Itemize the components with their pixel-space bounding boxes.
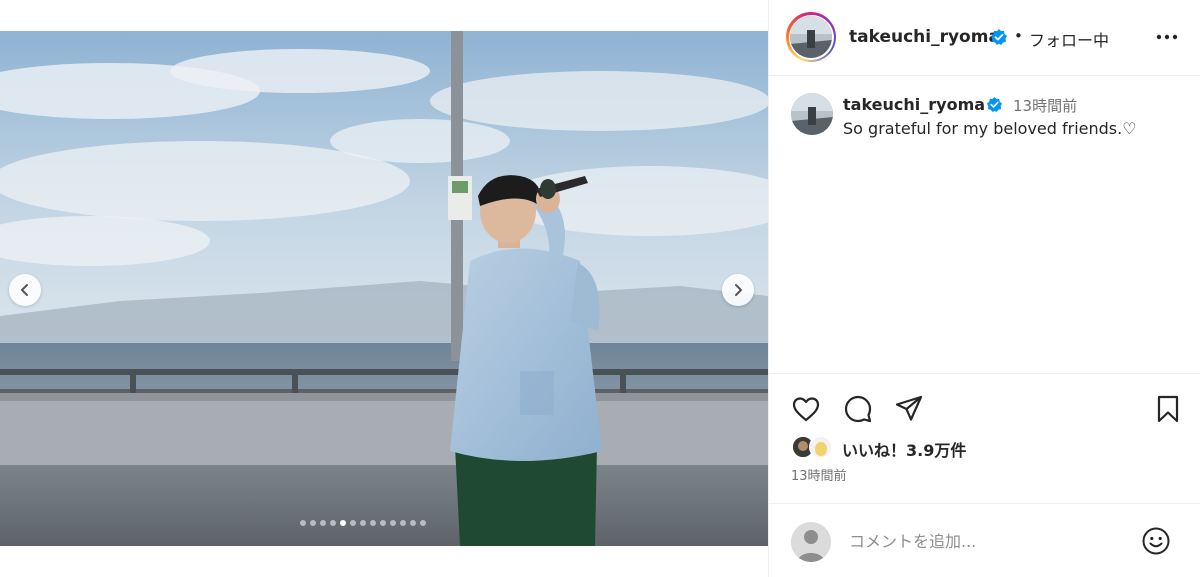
bookmark-icon	[1157, 395, 1179, 423]
media-column	[0, 0, 768, 577]
author-avatar	[790, 16, 832, 58]
author-avatar-ring[interactable]	[786, 12, 836, 62]
liked-by-avatars[interactable]	[791, 435, 839, 461]
carousel-dot	[390, 520, 396, 526]
carousel-next-button[interactable]	[722, 274, 754, 306]
liker-avatar	[809, 435, 833, 459]
comment-bar	[769, 503, 1200, 577]
save-button[interactable]	[1153, 394, 1183, 424]
post-photo-image	[0, 31, 768, 546]
author-username[interactable]: takeuchi_ryoma	[849, 27, 1000, 47]
send-icon	[895, 395, 923, 421]
comment-button[interactable]	[843, 394, 873, 424]
carousel-dot	[310, 520, 316, 526]
action-bar: いいね！3.9万件 13時間前	[769, 373, 1200, 503]
post-sidebar: takeuchi_ryoma • フォロー中 takeuchi_ryoma 13…	[768, 0, 1200, 577]
carousel-dot	[320, 520, 326, 526]
carousel-dot	[360, 520, 366, 526]
carousel-dot	[340, 520, 346, 526]
caption-verified-badge-icon	[986, 96, 1003, 117]
likes-count[interactable]: いいね！3.9万件	[842, 437, 966, 461]
following-button[interactable]: フォロー中	[1029, 27, 1109, 51]
current-user-avatar	[791, 522, 831, 562]
chevron-left-icon	[21, 284, 28, 296]
carousel-dot	[420, 520, 426, 526]
carousel-dot	[370, 520, 376, 526]
comment-icon	[844, 395, 872, 423]
share-button[interactable]	[894, 394, 924, 424]
emoji-button[interactable]	[1141, 526, 1171, 556]
chevron-right-icon	[735, 284, 742, 296]
carousel-dot	[410, 520, 416, 526]
header-separator: •	[1014, 27, 1023, 45]
carousel-dot	[380, 520, 386, 526]
post-timestamp[interactable]: 13時間前	[791, 465, 847, 484]
comment-input[interactable]	[849, 526, 1129, 556]
post-photo[interactable]	[0, 31, 768, 546]
carousel-indicator	[300, 519, 426, 527]
caption-author-avatar[interactable]	[791, 93, 833, 135]
post-header: takeuchi_ryoma • フォロー中	[769, 0, 1200, 76]
more-horizontal-icon	[1156, 34, 1178, 40]
heart-icon	[792, 397, 820, 422]
like-button[interactable]	[791, 394, 821, 424]
carousel-prev-button[interactable]	[9, 274, 41, 306]
caption-username[interactable]: takeuchi_ryoma	[843, 95, 985, 114]
carousel-dot	[330, 520, 336, 526]
caption-timestamp[interactable]: 13時間前	[1013, 95, 1077, 116]
verified-badge-icon	[990, 28, 1008, 50]
carousel-dot	[350, 520, 356, 526]
more-options-button[interactable]	[1153, 26, 1181, 48]
caption-text: So grateful for my beloved friends.♡	[843, 119, 1137, 138]
carousel-dot	[400, 520, 406, 526]
carousel-dot	[300, 520, 306, 526]
smiley-icon	[1142, 527, 1170, 555]
